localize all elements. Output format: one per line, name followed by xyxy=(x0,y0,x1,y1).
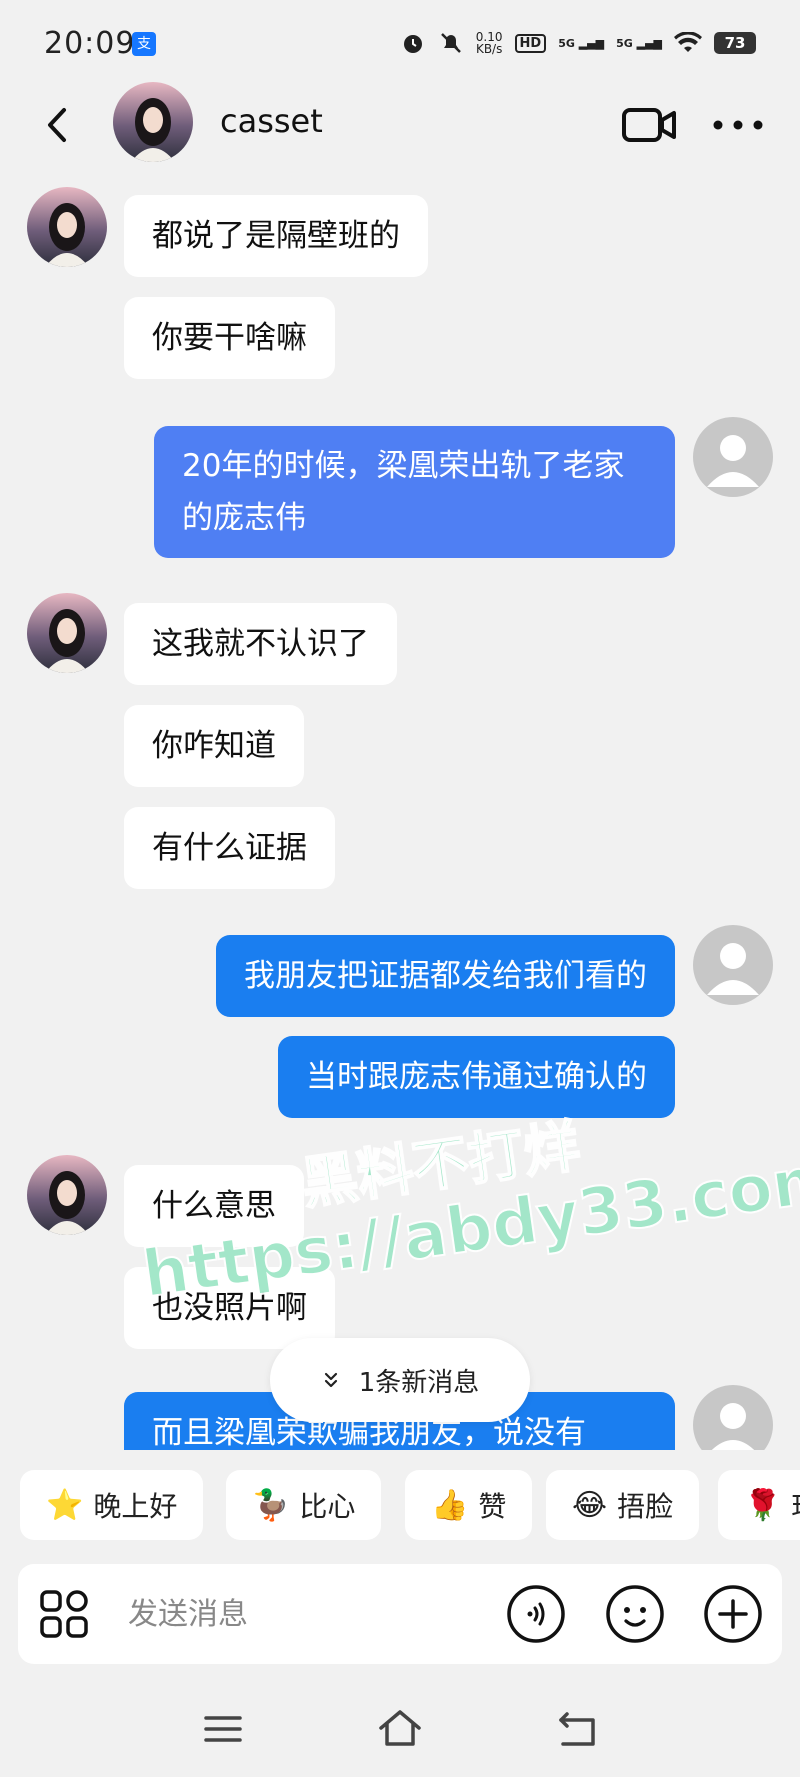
video-camera-icon xyxy=(622,108,676,142)
message-bubble-outgoing[interactable]: 20年的时候，梁凰荣出轨了老家的庞志伟 xyxy=(154,426,675,558)
back-nav-button[interactable] xyxy=(553,1704,603,1754)
my-avatar[interactable] xyxy=(693,925,773,1005)
rose-emoji-icon: 🌹 xyxy=(744,1487,782,1523)
home-icon xyxy=(379,1710,421,1746)
return-arrow-icon xyxy=(559,1712,595,1746)
contact-message-avatar[interactable] xyxy=(27,187,107,267)
system-navigation-bar xyxy=(0,1680,800,1777)
more-dots-icon xyxy=(713,120,763,130)
signal-icon-sim2: 5G ▂▄▆ xyxy=(616,36,662,50)
quick-reply-chip[interactable]: 👍 赞 xyxy=(405,1470,533,1540)
wifi-icon xyxy=(674,32,702,52)
battery-icon: 73 xyxy=(714,32,756,54)
quick-reply-chip[interactable]: 😂 捂脸 xyxy=(546,1470,700,1540)
quick-reply-chip[interactable]: ⭐ 晚上好 xyxy=(20,1470,204,1540)
alarm-icon xyxy=(403,35,422,53)
more-apps-button[interactable] xyxy=(38,1588,90,1640)
smiley-icon xyxy=(606,1585,664,1643)
signal-icon-sim1: 5G ▂▄▆ xyxy=(558,36,605,50)
message-bubble-outgoing[interactable]: 当时跟庞志伟通过确认的 xyxy=(278,1036,675,1118)
contact-name[interactable]: casset xyxy=(220,102,323,140)
user-placeholder-icon xyxy=(707,943,759,995)
new-messages-label: 1条新消息 xyxy=(358,1367,480,1398)
double-chevron-down-icon xyxy=(324,1372,337,1388)
menu-lines-icon xyxy=(204,1716,242,1742)
thumbs-up-emoji-icon: 👍 xyxy=(431,1487,469,1523)
emoji-button[interactable] xyxy=(605,1584,665,1644)
contact-message-avatar[interactable] xyxy=(27,1155,107,1235)
chevron-left-icon xyxy=(48,108,66,142)
my-avatar[interactable] xyxy=(693,417,773,497)
message-bubble-incoming[interactable]: 这我就不认识了 xyxy=(124,603,397,685)
contact-message-avatar[interactable] xyxy=(27,593,107,673)
more-options-button[interactable] xyxy=(708,100,768,150)
quick-reply-bar: ⭐ 晚上好 🦆 比心 👍 赞 😂 捂脸 🌹 玫 xyxy=(0,1460,800,1550)
chat-header: casset xyxy=(0,80,800,170)
message-bubble-incoming[interactable]: 你要干啥嘛 xyxy=(124,297,335,379)
status-time: 20:09 xyxy=(44,26,136,61)
hd-icon: HD xyxy=(514,33,547,53)
back-button[interactable] xyxy=(34,100,84,150)
new-messages-pill[interactable]: 1条新消息 xyxy=(270,1338,530,1422)
duck-emoji-icon: 🦆 xyxy=(252,1487,290,1523)
facepalm-emoji-icon: 😂 xyxy=(572,1487,608,1523)
user-placeholder-icon xyxy=(707,435,759,487)
user-placeholder-icon xyxy=(711,1403,755,1450)
my-avatar[interactable] xyxy=(693,1385,773,1450)
star-emoji-icon: ⭐ xyxy=(46,1487,84,1523)
alipay-notification-icon: 支 xyxy=(132,32,156,56)
add-attachment-button[interactable] xyxy=(703,1584,763,1644)
message-bubble-outgoing[interactable]: 我朋友把证据都发给我们看的 xyxy=(216,935,675,1017)
message-input[interactable] xyxy=(128,1588,428,1640)
contact-avatar[interactable] xyxy=(113,82,193,162)
recents-button[interactable] xyxy=(198,1704,248,1754)
message-bubble-incoming[interactable]: 你咋知道 xyxy=(124,705,304,787)
status-bar: 20:09 支 0.10 KB/s HD 5G ▂▄▆ 5G ▂▄▆ 73 xyxy=(0,0,800,90)
message-input-bar xyxy=(18,1564,782,1664)
apps-grid-icon xyxy=(40,1590,88,1638)
quick-reply-chip[interactable]: 🌹 玫 xyxy=(718,1470,800,1540)
home-button[interactable] xyxy=(375,1704,425,1754)
net-speed: 0.10 KB/s xyxy=(475,30,503,56)
message-bubble-incoming[interactable]: 都说了是隔壁班的 xyxy=(124,195,428,277)
voice-button[interactable] xyxy=(506,1584,566,1644)
video-call-button[interactable] xyxy=(620,100,680,150)
message-bubble-incoming[interactable]: 有什么证据 xyxy=(124,807,335,889)
plus-circle-icon xyxy=(704,1585,762,1643)
mute-bell-icon xyxy=(440,33,461,53)
quick-reply-chip[interactable]: 🦆 比心 xyxy=(226,1470,382,1540)
voice-wave-icon xyxy=(507,1585,565,1643)
